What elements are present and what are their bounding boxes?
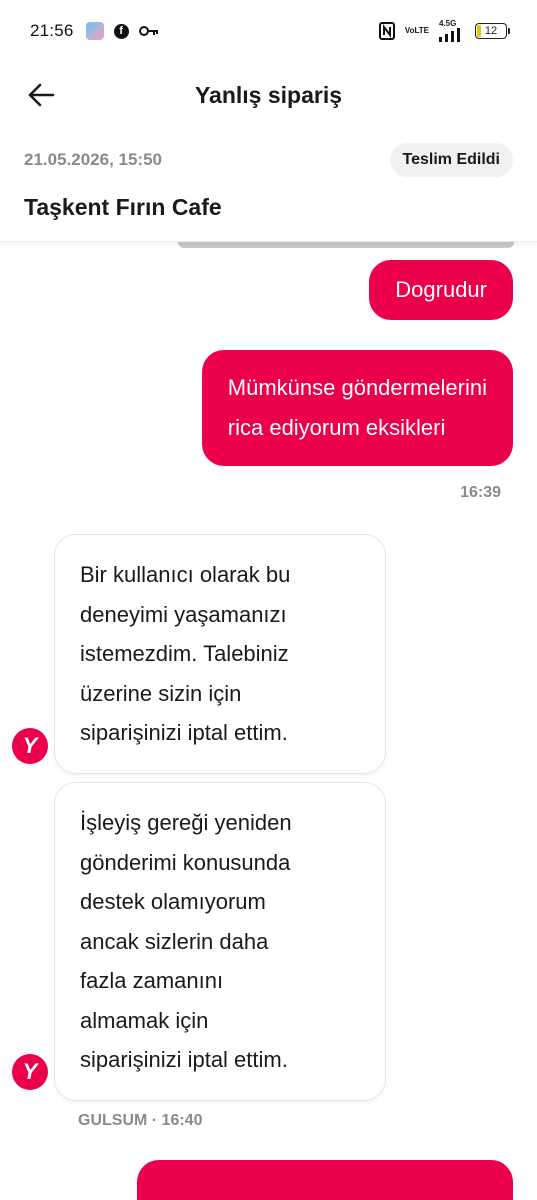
outgoing-message-partial: [137, 1160, 513, 1200]
battery-icon: 12: [475, 23, 510, 39]
message-line: üzerine sizin için: [80, 680, 242, 706]
facebook-icon: f: [113, 23, 129, 39]
message-line: almamak için: [80, 1007, 209, 1033]
message-timestamp: 16:39: [460, 484, 501, 501]
key-icon: [138, 25, 159, 37]
status-left-icons: f: [85, 22, 159, 40]
agent-logo-letter: Y: [22, 733, 38, 758]
volte-bottom: LTE: [414, 26, 429, 35]
status-badge: Teslim Edildi: [389, 143, 513, 177]
arrow-left-icon: [28, 83, 55, 107]
incoming-message: Bir kullanıcı olarak bu deneyimi yaşaman…: [54, 534, 386, 774]
status-bar: 21:56 f Vo LTE 4.5G 12: [0, 0, 537, 62]
message-line: deneyimi yaşamanızı: [80, 601, 287, 627]
back-button[interactable]: [22, 76, 60, 114]
outgoing-message: Dogrudur: [369, 260, 513, 320]
message-line: istemezdim. Talebiniz: [80, 641, 289, 666]
battery-level: 12: [484, 25, 498, 37]
image-message-stub[interactable]: [178, 242, 514, 248]
agent-logo-letter: Y: [22, 1059, 38, 1084]
restaurant-name: Taşkent Fırın Cafe: [24, 194, 222, 220]
message-line: ancak sizlerin daha: [80, 928, 269, 954]
volte-icon: Vo LTE: [405, 27, 429, 35]
incoming-message: İşleyiş gereği yeniden gönderimi konusun…: [54, 782, 386, 1101]
message-line: gönderimi konusunda: [80, 849, 291, 875]
sender-timestamp: GULSUM · 16:40: [78, 1112, 203, 1129]
app-avatar-icon: [85, 22, 104, 40]
agent-logo-icon: Y: [12, 1054, 48, 1090]
page-title: Yanlış sipariş: [194, 81, 343, 108]
message-text: Dogrudur: [395, 277, 487, 302]
message-line: İşleyiş gereği yeniden: [80, 810, 292, 835]
signal-icon: 4.5G: [439, 20, 465, 42]
order-date: 21.05.2026, 15:50: [24, 150, 163, 169]
order-meta-row: 21.05.2026, 15:50 Teslim Edildi: [24, 140, 513, 180]
outgoing-message: Mümkünse göndermelerini rica ediyorum ek…: [201, 350, 513, 466]
message-line: fazla zamanını: [80, 968, 224, 993]
message-line: Mümkünse göndermelerini: [227, 375, 487, 400]
status-right-icons: Vo LTE 4.5G 12: [378, 20, 510, 42]
message-line: siparişinizi iptal ettim.: [80, 1047, 288, 1072]
volte-top: Vo: [404, 26, 415, 35]
message-line: siparişinizi iptal ettim.: [80, 720, 288, 745]
message-line: rica ediyorum eksikleri: [227, 415, 446, 440]
app-header: Yanlış sipariş: [0, 62, 537, 128]
nfc-icon: [378, 22, 395, 40]
agent-logo-icon: Y: [12, 728, 48, 764]
message-line: Bir kullanıcı olarak bu: [80, 562, 291, 587]
network-type: 4.5G: [439, 19, 457, 28]
message-line: destek olamıyorum: [80, 889, 266, 914]
status-time: 21:56: [30, 21, 74, 40]
chat-area[interactable]: Dogrudur Mümkünse göndermelerini rica ed…: [0, 242, 537, 1200]
order-info: 21.05.2026, 15:50 Teslim Edildi Taşkent …: [0, 140, 537, 242]
